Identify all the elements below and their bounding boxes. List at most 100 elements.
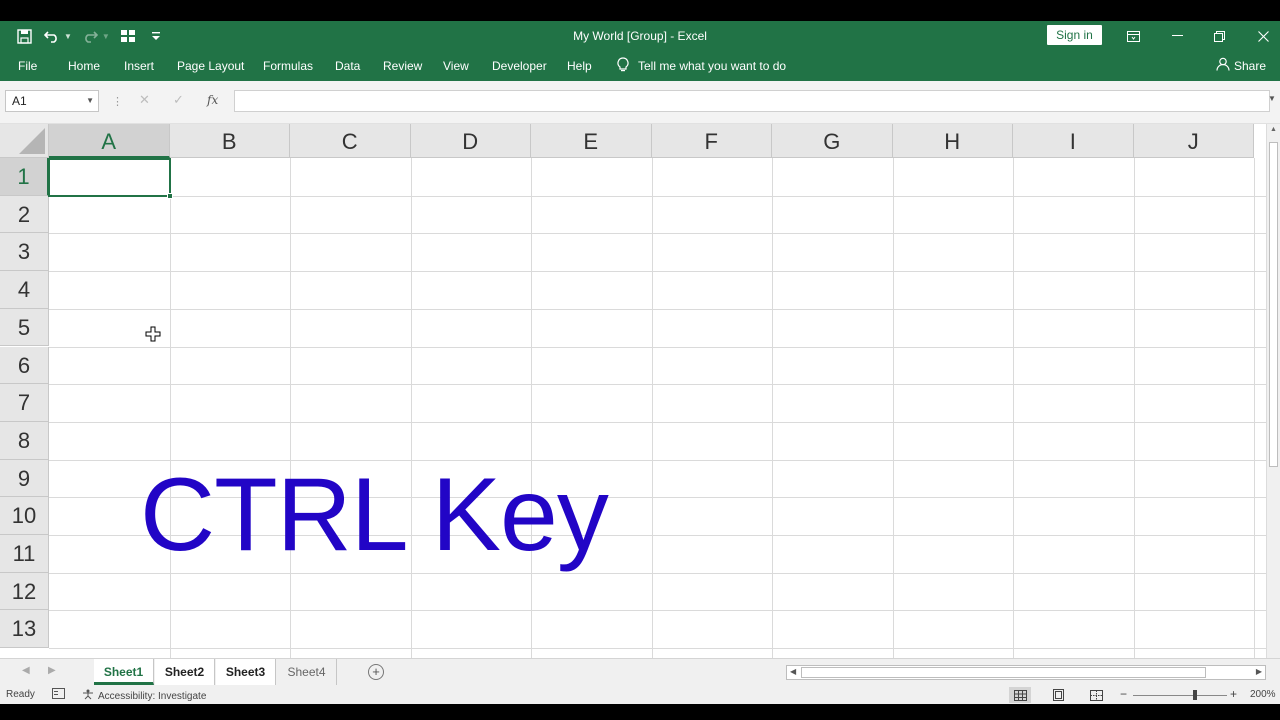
scroll-left-icon[interactable]: ◀ — [790, 667, 796, 676]
column-header-g[interactable]: G — [772, 124, 893, 158]
page-break-preview-icon[interactable] — [1085, 687, 1107, 703]
scroll-right-icon[interactable]: ▶ — [1256, 667, 1262, 676]
tab-insert[interactable]: Insert — [124, 59, 154, 73]
share-label: Share — [1234, 58, 1267, 73]
restore-icon[interactable] — [1197, 24, 1241, 48]
status-text: Ready — [6, 689, 35, 700]
cell-select-cursor-icon — [145, 326, 161, 342]
sign-in-button[interactable]: Sign in — [1047, 25, 1102, 45]
row-header-1[interactable]: 1 — [0, 158, 49, 196]
sheet-tab-sheet1[interactable]: Sheet1 — [94, 659, 154, 685]
column-header-a[interactable]: A — [49, 124, 170, 158]
vertical-scroll-thumb[interactable] — [1269, 142, 1278, 467]
sheet-tab-sheet3[interactable]: Sheet3 — [216, 659, 276, 685]
accessibility-icon — [82, 689, 94, 703]
share-button[interactable]: Share — [1216, 57, 1266, 74]
expand-formula-bar-icon[interactable]: ▼ — [1268, 94, 1276, 103]
row-header-3[interactable]: 3 — [0, 233, 49, 272]
row-header-10[interactable]: 10 — [0, 497, 49, 535]
zoom-slider-thumb[interactable] — [1193, 690, 1197, 700]
tab-review[interactable]: Review — [383, 59, 422, 73]
tab-help[interactable]: Help — [567, 59, 592, 73]
column-header-h[interactable]: H — [892, 124, 1013, 158]
zoom-in-button[interactable]: + — [1230, 687, 1237, 701]
ribbon-display-options-icon[interactable] — [1111, 24, 1155, 48]
gridline-horizontal — [49, 421, 1266, 423]
tab-view[interactable]: View — [443, 59, 469, 73]
active-cell-a1[interactable] — [48, 158, 173, 199]
zoom-slider-track[interactable] — [1133, 695, 1227, 696]
gridline-horizontal — [49, 195, 1266, 197]
excel-window: ▼ ▼ My World [Group] - Excel Sign in Fil… — [0, 0, 1280, 720]
zoom-out-button[interactable]: − — [1120, 687, 1127, 701]
row-header-8[interactable]: 8 — [0, 421, 49, 460]
formula-input[interactable] — [234, 90, 1270, 112]
tab-formulas[interactable]: Formulas — [263, 59, 313, 73]
column-header-b[interactable]: B — [169, 124, 290, 158]
gridline-horizontal — [49, 384, 1266, 386]
column-header-j[interactable]: J — [1133, 124, 1254, 158]
ribbon-tabs: File Home Insert Page Layout Formulas Da… — [0, 50, 1280, 81]
gridline-horizontal — [49, 233, 1266, 235]
name-box[interactable]: A1 ▼ — [5, 90, 99, 112]
lightbulb-icon — [617, 57, 629, 75]
new-sheet-button[interactable]: + — [368, 664, 384, 680]
row-header-4[interactable]: 4 — [0, 271, 49, 309]
tell-me-box[interactable]: Tell me what you want to do — [617, 57, 786, 75]
tab-file[interactable]: File — [18, 59, 37, 73]
row-header-13[interactable]: 13 — [0, 610, 49, 649]
tab-home[interactable]: Home — [68, 59, 100, 73]
gridline-horizontal — [49, 271, 1266, 273]
row-header-6[interactable]: 6 — [0, 346, 49, 385]
formula-bar: A1 ▼ ⋮ ✕ ✓ fx ▼ — [0, 81, 1280, 124]
column-header-c[interactable]: C — [290, 124, 411, 158]
letterbox-top — [0, 0, 1280, 21]
letterbox-bottom — [0, 704, 1280, 720]
tab-developer[interactable]: Developer — [492, 59, 547, 73]
sheet-tab-sheet2[interactable]: Sheet2 — [155, 659, 215, 685]
status-bar: Ready Accessibility: Investigate − + 200… — [0, 686, 1280, 704]
confirm-entry-icon: ✓ — [173, 92, 184, 107]
fill-handle[interactable] — [167, 193, 173, 199]
row-header-9[interactable]: 9 — [0, 459, 49, 498]
tab-page-layout[interactable]: Page Layout — [177, 59, 244, 73]
cancel-entry-icon: ✕ — [139, 92, 150, 107]
column-header-e[interactable]: E — [531, 124, 652, 158]
accessibility-status[interactable]: Accessibility: Investigate — [82, 689, 206, 703]
gridline-horizontal — [49, 648, 1266, 650]
column-header-i[interactable]: I — [1013, 124, 1134, 158]
row-header-11[interactable]: 11 — [0, 535, 49, 573]
gridline-horizontal — [49, 308, 1266, 310]
row-header-7[interactable]: 7 — [0, 384, 49, 422]
select-all-button[interactable] — [0, 124, 49, 158]
minimize-icon[interactable] — [1155, 24, 1199, 48]
macro-record-icon[interactable] — [52, 688, 65, 702]
accessibility-label: Accessibility: Investigate — [98, 690, 207, 702]
zoom-level[interactable]: 200% — [1250, 689, 1276, 700]
scroll-up-icon[interactable]: ▲ — [1270, 126, 1277, 133]
horizontal-scroll-thumb[interactable] — [801, 667, 1206, 678]
column-header-d[interactable]: D — [410, 124, 531, 158]
sheet-tab-sheet4[interactable]: Sheet4 — [277, 659, 337, 685]
next-sheet-icon[interactable]: ▶ — [48, 665, 56, 676]
horizontal-scrollbar[interactable]: ◀ ▶ — [786, 665, 1266, 680]
sheet-tabs-bar: ◀ ▶ Sheet1 Sheet2 Sheet3 Sheet4 + ◀ ▶ — [0, 658, 1280, 686]
name-box-dropdown-icon[interactable]: ▼ — [86, 91, 94, 111]
formula-bar-grip-icon[interactable]: ⋮ — [112, 95, 123, 108]
prev-sheet-icon[interactable]: ◀ — [22, 665, 30, 676]
name-box-value: A1 — [12, 94, 27, 108]
row-header-5[interactable]: 5 — [0, 308, 49, 347]
vertical-scrollbar[interactable]: ▲ — [1266, 124, 1280, 658]
close-icon[interactable] — [1241, 24, 1280, 48]
gridline-horizontal — [49, 346, 1266, 348]
normal-view-icon[interactable] — [1009, 687, 1031, 703]
worksheet-grid[interactable]: ABCDEFGHIJ 1 2 3 4 5 6 7 8 9 10 11 12 13 CTRL Key — [0, 124, 1266, 658]
column-header-f[interactable]: F — [651, 124, 772, 158]
insert-function-button[interactable]: fx — [207, 93, 218, 107]
title-bar: ▼ ▼ My World [Group] - Excel Sign in — [0, 21, 1280, 50]
tab-data[interactable]: Data — [335, 59, 360, 73]
row-header-2[interactable]: 2 — [0, 195, 49, 234]
page-layout-view-icon[interactable] — [1047, 687, 1069, 703]
ctrl-key-overlay-text: CTRL Key — [140, 457, 609, 573]
row-header-12[interactable]: 12 — [0, 572, 49, 611]
